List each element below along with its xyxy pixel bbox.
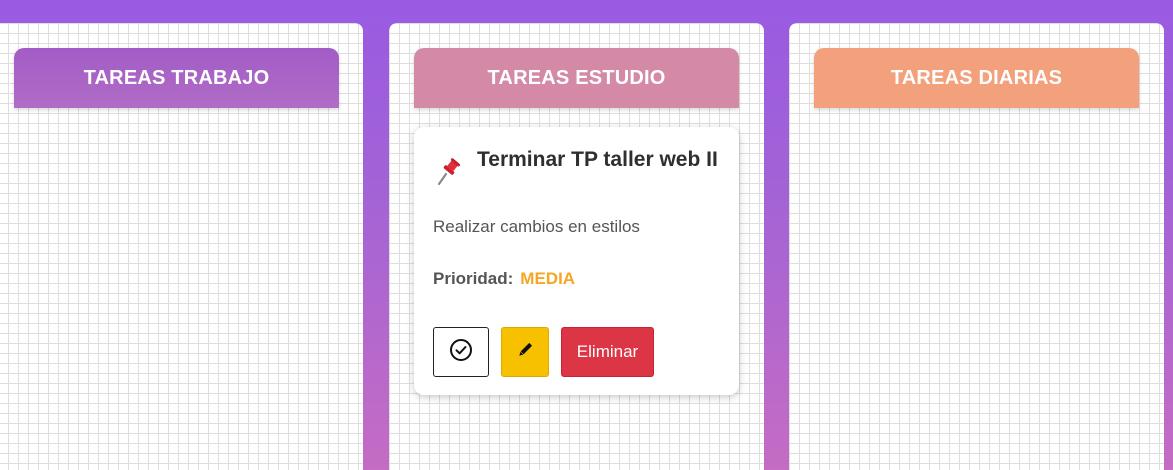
delete-task-button[interactable]: Eliminar <box>561 327 654 377</box>
column-tareas-trabajo: TAREAS TRABAJO <box>0 23 363 470</box>
column-header: TAREAS TRABAJO <box>14 48 339 108</box>
column-header: TAREAS ESTUDIO <box>414 48 739 108</box>
complete-task-button[interactable] <box>433 327 489 377</box>
column-tareas-estudio: TAREAS ESTUDIO Terminar TP taller web II… <box>389 23 764 470</box>
edit-task-button[interactable] <box>501 327 549 377</box>
pencil-icon <box>516 341 534 364</box>
priority-label: Prioridad: <box>433 269 514 288</box>
column-header: TAREAS DIARIAS <box>814 48 1139 108</box>
task-card: Terminar TP taller web II Realizar cambi… <box>414 127 739 395</box>
pushpin-icon <box>433 157 463 187</box>
task-description: Realizar cambios en estilos <box>433 217 640 236</box>
column-tareas-diarias: TAREAS DIARIAS <box>789 23 1164 470</box>
task-priority: Prioridad: MEDIA <box>433 269 575 289</box>
priority-value: MEDIA <box>520 269 576 288</box>
task-title: Terminar TP taller web II <box>477 148 718 171</box>
task-title-row: Terminar TP taller web II <box>433 147 723 187</box>
check-circle-icon <box>449 338 473 367</box>
